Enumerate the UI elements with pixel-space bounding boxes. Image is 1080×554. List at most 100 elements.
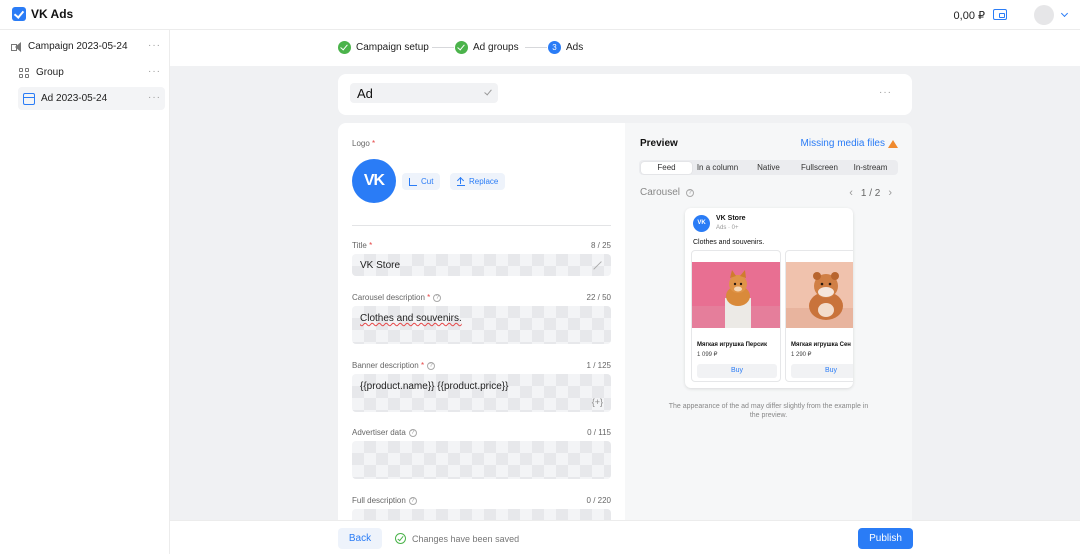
step-label: Campaign setup [356,42,429,53]
step-label: Ad groups [473,42,519,53]
wallet-icon[interactable] [993,9,1007,20]
buy-button[interactable]: Buy [791,364,853,378]
check-icon[interactable] [484,87,492,96]
save-status: Changes have been saved [395,533,519,544]
carousel-description-value: Clothes and souvenirs. [360,313,462,324]
step-connector [432,47,454,48]
app-title: VK Ads [31,7,74,21]
carousel-card: Мягкая игрушка Персик 1 099 ₽ Buy [691,250,781,382]
warning-icon [888,139,898,148]
carousel-pager: ‹ 1 / 2 › [849,187,892,199]
sidebar-item-label: Group [36,67,64,78]
missing-media-link[interactable]: Missing media files [801,138,898,149]
ad-text: Clothes and souvenirs. [693,239,765,246]
sidebar-item-campaign[interactable]: Campaign 2023-05-24 ··· [10,35,165,58]
grid-icon [18,67,30,79]
step-campaign-setup[interactable]: Campaign setup [338,41,429,54]
step-number: 3 [548,41,561,54]
preview-disclaimer: The appearance of the ad may differ slig… [668,403,869,419]
more-icon[interactable]: ··· [148,40,161,51]
carousel-card: Мягкая игрушка Сен 1 290 ₽ Buy [785,250,853,382]
advertiser-name: VK Store [716,215,746,222]
product-price: 1 290 ₽ [791,352,812,358]
buy-button[interactable]: Buy [697,364,777,378]
tab-native[interactable]: Native [743,162,794,174]
tab-in-a-column[interactable]: In a column [692,162,743,174]
product-name: Мягкая игрушка Сен [791,342,851,348]
divider [352,225,611,226]
crop-icon [409,177,417,186]
title-counter: 8 / 25 [590,241,611,250]
carousel-description-counter: 22 / 50 [586,293,611,302]
magic-wand-icon[interactable] [593,260,603,270]
step-label: Ads [566,42,584,53]
advertiser-data-counter: 0 / 115 [587,428,611,437]
chevron-down-icon[interactable] [1060,9,1069,18]
bottom-bar: Back Changes have been saved Publish [170,520,1080,554]
step-connector [525,47,547,48]
title-input[interactable]: VK Store [352,254,611,276]
banner-description-label: Banner description *? [352,361,436,370]
ad-preview: VK VK Store Ads · 0+ Clothes and souveni… [685,208,853,388]
advertiser-avatar: VK [693,215,710,232]
help-icon[interactable]: ? [686,188,695,197]
sidebar: Campaign 2023-05-24 ··· Group ··· Ad 202… [0,30,170,554]
preview-title: Preview [640,138,678,149]
ad-form: Logo * VK Cut Replace Title * 8 / 25 VK … [338,123,625,523]
sidebar-item-label: Campaign 2023-05-24 [28,41,128,52]
top-bar: VK Ads 0,00 ₽ [0,0,1080,30]
tab-in-stream[interactable]: In-stream [845,162,896,174]
more-icon[interactable]: ··· [148,92,161,103]
vk-ads-logo-icon [12,7,26,21]
banner-description-input[interactable]: {{product.name}} {{product.price}} {+} [352,374,611,412]
product-price: 1 099 ₽ [697,352,718,358]
full-description-counter: 0 / 220 [586,496,611,505]
megaphone-icon [10,41,22,53]
product-image [786,262,853,328]
full-description-label: Full description? [352,496,417,505]
check-icon [338,41,351,54]
title-value: VK Store [360,260,401,271]
brand[interactable]: VK Ads [12,7,73,21]
check-icon [455,41,468,54]
back-button[interactable]: Back [338,528,382,549]
cut-button[interactable]: Cut [402,173,441,190]
product-name: Мягкая игрушка Персик [697,342,767,348]
chevron-right-icon[interactable]: › [888,187,892,199]
insert-variable-icon[interactable]: {+} [592,397,603,407]
product-image [692,262,780,328]
logo-label: Logo * [352,139,376,148]
banner-description-counter: 1 / 125 [586,361,611,370]
preview-panel: Preview Missing media files Feed In a co… [625,123,912,523]
ad-icon [23,92,35,105]
ad-name-input[interactable]: Ad [350,83,498,103]
balance[interactable]: 0,00 ₽ [954,9,985,22]
upload-icon [457,177,465,186]
avatar[interactable] [1034,5,1054,25]
step-ads[interactable]: 3 Ads [548,41,583,54]
help-icon: ? [408,496,417,505]
carousel-description-label: Carousel description *? [352,293,442,302]
banner-description-value: {{product.name}} {{product.price}} [360,381,509,392]
chevron-left-icon[interactable]: ‹ [849,187,853,199]
advertiser-data-label: Advertiser data? [352,428,417,437]
replace-button[interactable]: Replace [450,173,506,190]
advertiser-data-input[interactable] [352,441,611,479]
sidebar-item-ad[interactable]: Ad 2023-05-24 ··· [18,87,165,110]
sidebar-item-group[interactable]: Group ··· [18,61,165,84]
help-icon: ? [427,361,436,370]
step-ad-groups[interactable]: Ad groups [455,41,519,54]
carousel-label: Carousel ? [640,187,695,198]
help-icon: ? [433,293,442,302]
logo-image[interactable]: VK [352,159,396,203]
more-icon[interactable]: ··· [879,87,892,98]
ad-name-value: Ad [357,86,373,101]
tab-fullscreen[interactable]: Fullscreen [794,162,845,174]
publish-button[interactable]: Publish [858,528,913,549]
help-icon: ? [408,428,417,437]
preview-format-tabs: Feed In a column Native Fullscreen In-st… [639,160,898,175]
more-icon[interactable]: ··· [148,66,161,77]
carousel-description-input[interactable]: Clothes and souvenirs. [352,306,611,344]
ad-name-card: Ad ··· [338,74,912,115]
tab-feed[interactable]: Feed [641,161,692,174]
